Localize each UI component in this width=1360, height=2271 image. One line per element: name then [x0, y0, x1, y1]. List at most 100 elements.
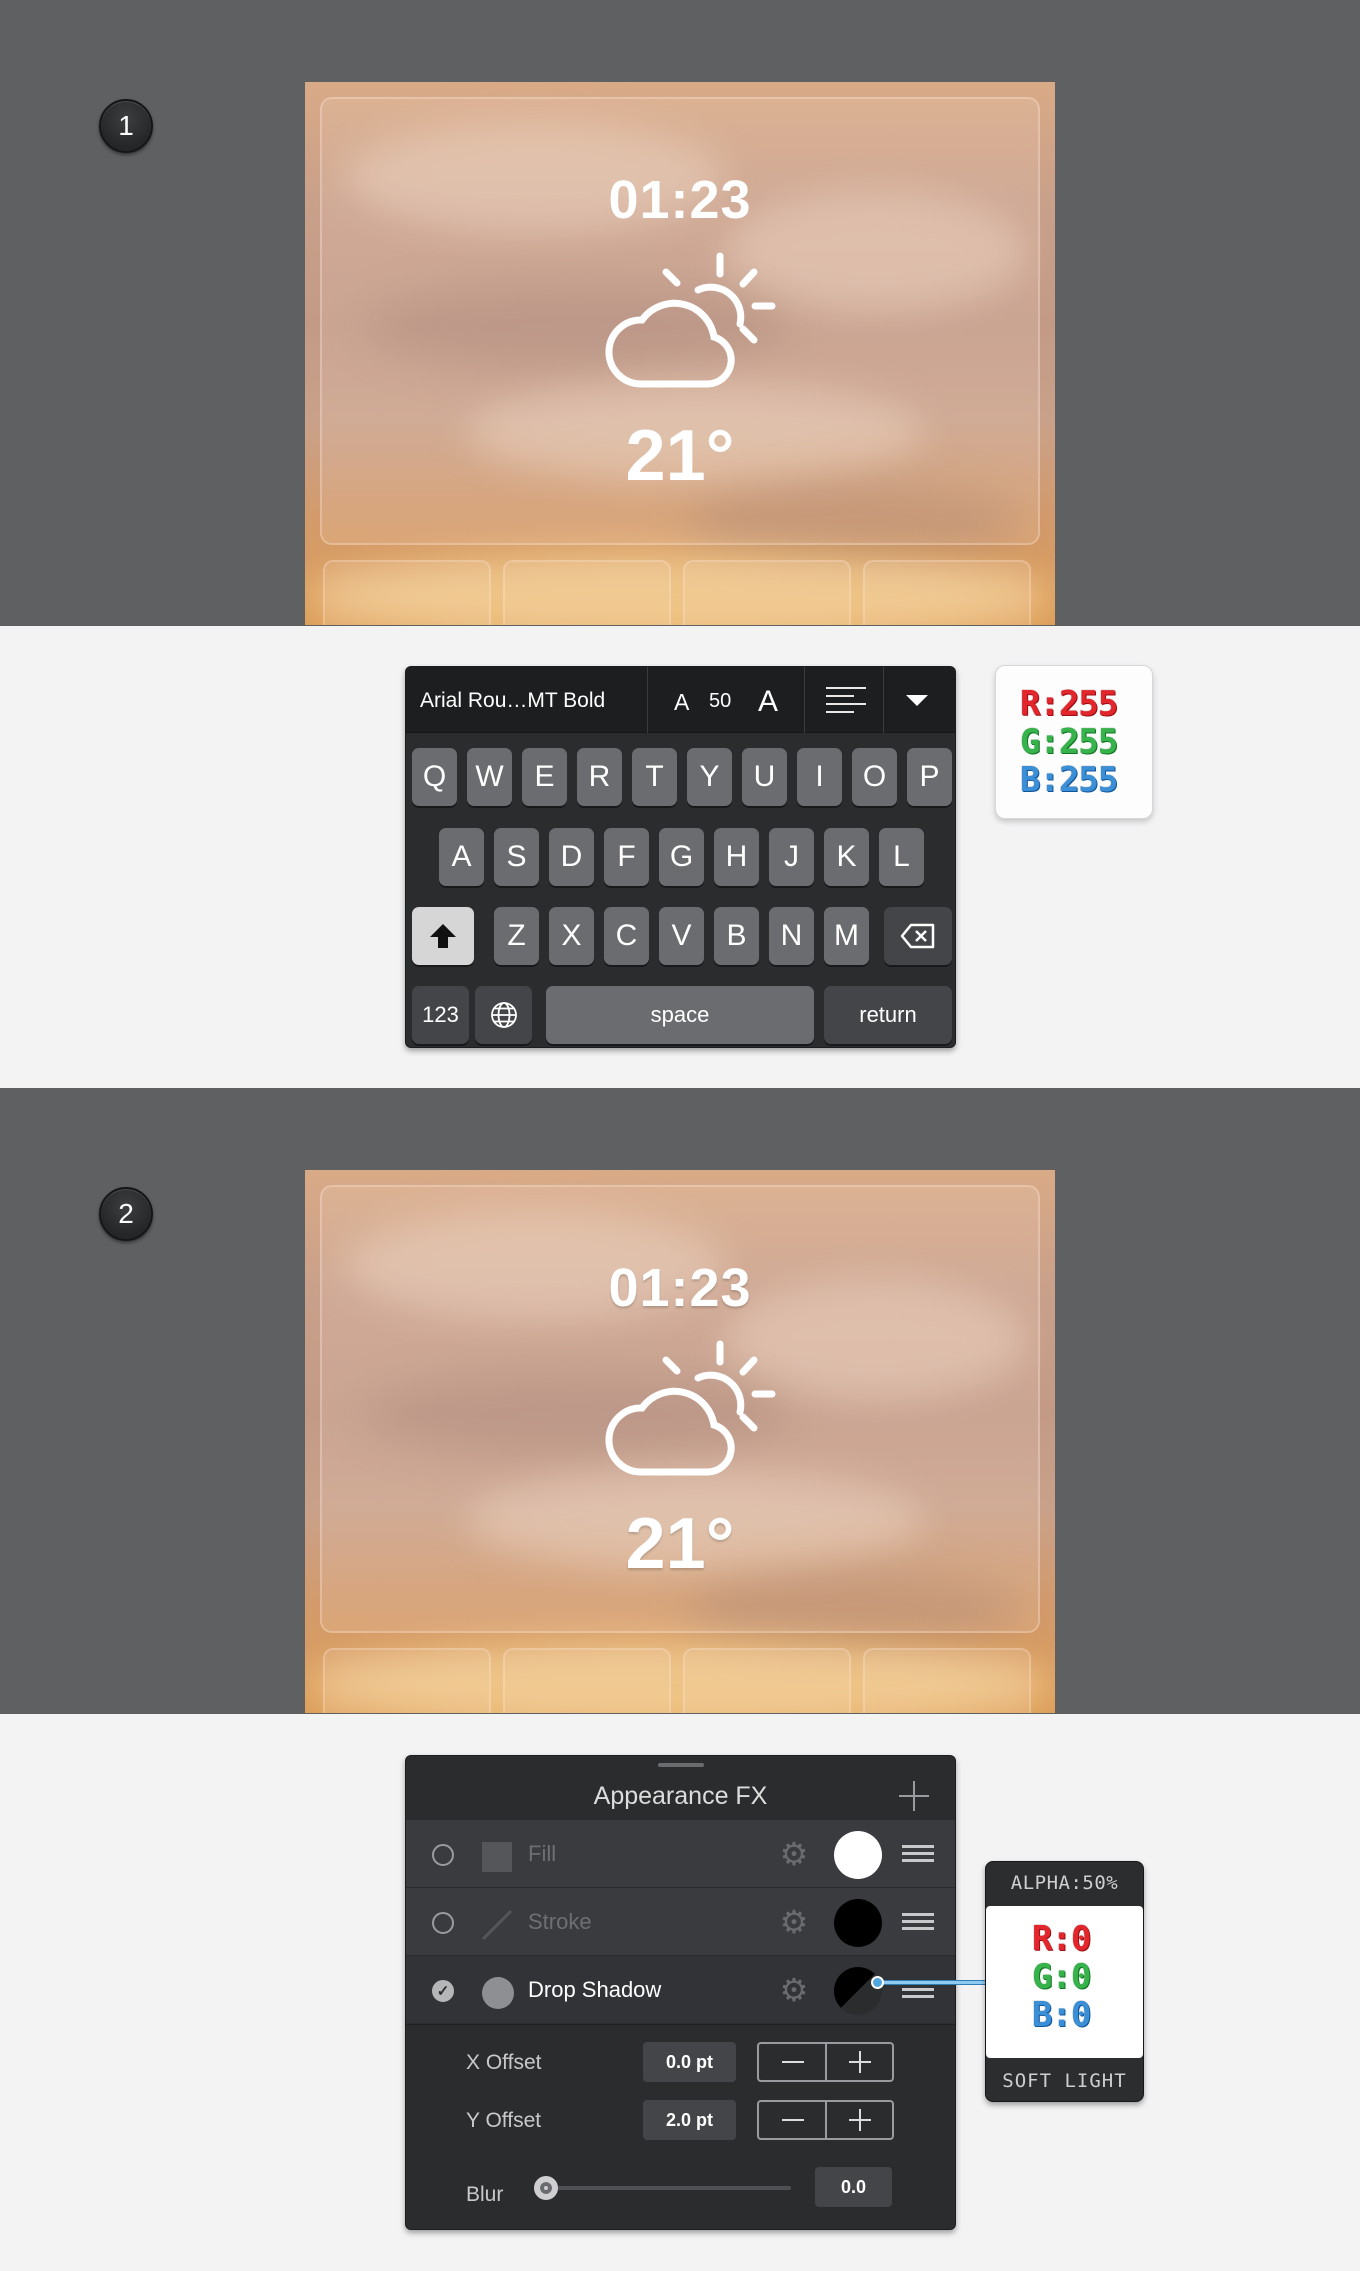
key-x[interactable]: X — [549, 907, 594, 965]
tile — [503, 560, 671, 625]
increase-font-size-button[interactable]: A — [758, 685, 778, 719]
key-t[interactable]: T — [632, 748, 677, 806]
key-p[interactable]: P — [907, 748, 952, 806]
key-m[interactable]: M — [824, 907, 869, 965]
fx-label: Drop Shadow — [528, 1977, 662, 2002]
key-u[interactable]: U — [742, 748, 787, 806]
backspace-key[interactable] — [884, 907, 952, 965]
key-q[interactable]: Q — [412, 748, 457, 806]
blur-slider-thumb[interactable] — [534, 2176, 558, 2200]
shadow-color-swatch[interactable] — [834, 1967, 882, 2015]
panel-title: Appearance FX — [593, 1782, 768, 1810]
alpha-value: ALPHA:50% — [1010, 1872, 1119, 1894]
y-offset-stepper — [757, 2100, 894, 2140]
key-g[interactable]: G — [659, 828, 704, 886]
y-offset-decrement[interactable] — [759, 2102, 825, 2138]
globe-icon — [490, 1002, 517, 1028]
tile — [683, 560, 851, 625]
clock-text: 01:23 — [608, 1258, 752, 1318]
appearance-fx-panel: Appearance FX Fill ⚙ Stroke ⚙ ✓ Drop Sha… — [405, 1755, 956, 2230]
blur-slider[interactable] — [546, 2186, 791, 2190]
key-c[interactable]: C — [604, 907, 649, 965]
key-r[interactable]: R — [577, 748, 622, 806]
fill-toggle[interactable] — [432, 1844, 454, 1866]
space-key[interactable]: space — [546, 986, 814, 1044]
fill-color-swatch[interactable] — [834, 1831, 882, 1879]
stroke-icon — [481, 1909, 513, 1941]
fx-row-stroke[interactable]: Stroke ⚙ — [406, 1887, 955, 1955]
key-o[interactable]: O — [852, 748, 897, 806]
stroke-color-swatch[interactable] — [834, 1899, 882, 1947]
connector-line — [879, 1980, 987, 1985]
key-h[interactable]: H — [714, 828, 759, 886]
key-e[interactable]: E — [522, 748, 567, 806]
x-offset-field[interactable]: 0.0 pt — [643, 2042, 736, 2082]
stroke-toggle[interactable] — [432, 1912, 454, 1934]
temperature-text: 21° — [625, 416, 735, 496]
x-offset-increment[interactable] — [827, 2044, 893, 2080]
blue-value: B:255 — [1020, 760, 1118, 800]
key-s[interactable]: S — [494, 828, 539, 886]
color-values-card: R:255 G:255 B:255 — [995, 665, 1153, 819]
y-offset-field[interactable]: 2.0 pt — [643, 2100, 736, 2140]
key-w[interactable]: W — [467, 748, 512, 806]
return-key[interactable]: return — [824, 986, 952, 1044]
red-value: R:255 — [1020, 684, 1118, 724]
key-i[interactable]: I — [797, 748, 842, 806]
align-left-icon[interactable] — [826, 687, 866, 713]
backspace-icon — [900, 923, 935, 949]
key-n[interactable]: N — [769, 907, 814, 965]
partly-cloudy-icon — [605, 1340, 776, 1476]
fx-row-fill[interactable]: Fill ⚙ — [406, 1819, 955, 1887]
key-b[interactable]: B — [714, 907, 759, 965]
key-d[interactable]: D — [549, 828, 594, 886]
blue-value: B:0 — [1032, 1995, 1091, 2035]
drop-shadow-icon — [482, 1977, 514, 2009]
gear-icon[interactable]: ⚙ — [778, 1838, 810, 1870]
keyboard-panel: Arial Rou…MT Bold A 50 A Q W E R T Y U I… — [405, 666, 956, 1048]
plus-icon[interactable] — [899, 1781, 929, 1811]
blur-label: Blur — [466, 2183, 504, 2206]
font-name-button[interactable]: Arial Rou…MT Bold — [420, 689, 605, 713]
fx-label: Fill — [528, 1841, 557, 1866]
widget-preview-2: 01:23 21° — [305, 1170, 1055, 1713]
tile — [863, 1648, 1031, 1713]
gear-icon[interactable]: ⚙ — [778, 1974, 810, 2006]
toolbar-divider — [804, 667, 805, 733]
globe-key[interactable] — [475, 986, 532, 1044]
clock-text: 01:23 — [608, 170, 752, 230]
fill-icon — [482, 1842, 512, 1872]
key-l[interactable]: L — [879, 828, 924, 886]
menu-icon[interactable] — [902, 1845, 934, 1863]
red-value: R:0 — [1032, 1919, 1091, 1959]
y-offset-increment[interactable] — [827, 2102, 893, 2138]
key-z[interactable]: Z — [494, 907, 539, 965]
numbers-key[interactable]: 123 — [412, 986, 469, 1044]
key-f[interactable]: F — [604, 828, 649, 886]
toolbar-divider — [883, 667, 884, 733]
decrease-font-size-button[interactable]: A — [674, 689, 689, 716]
key-a[interactable]: A — [439, 828, 484, 886]
x-offset-label: X Offset — [466, 2051, 542, 2074]
key-y[interactable]: Y — [687, 748, 732, 806]
shift-key[interactable] — [412, 907, 474, 965]
drag-handle[interactable] — [658, 1763, 704, 1767]
key-j[interactable]: J — [769, 828, 814, 886]
green-value: G:0 — [1032, 1957, 1091, 1997]
tile — [323, 1648, 491, 1713]
menu-icon[interactable] — [902, 1913, 934, 1931]
partly-cloudy-icon — [605, 252, 776, 388]
blur-field[interactable]: 0.0 — [815, 2167, 892, 2207]
fx-row-drop-shadow[interactable]: ✓ Drop Shadow ⚙ — [406, 1955, 955, 2023]
font-size-value: 50 — [709, 690, 732, 712]
step-badge-1: 1 — [99, 99, 153, 153]
x-offset-decrement[interactable] — [759, 2044, 825, 2080]
key-v[interactable]: V — [659, 907, 704, 965]
drop-shadow-toggle[interactable]: ✓ — [432, 1980, 454, 2002]
caret-down-icon[interactable] — [906, 695, 928, 706]
key-k[interactable]: K — [824, 828, 869, 886]
gear-icon[interactable]: ⚙ — [778, 1906, 810, 1938]
temperature-text: 21° — [625, 1504, 735, 1584]
step-badge-2: 2 — [99, 1187, 153, 1241]
shadow-color-values: R:0 G:0 B:0 — [986, 1906, 1143, 2058]
